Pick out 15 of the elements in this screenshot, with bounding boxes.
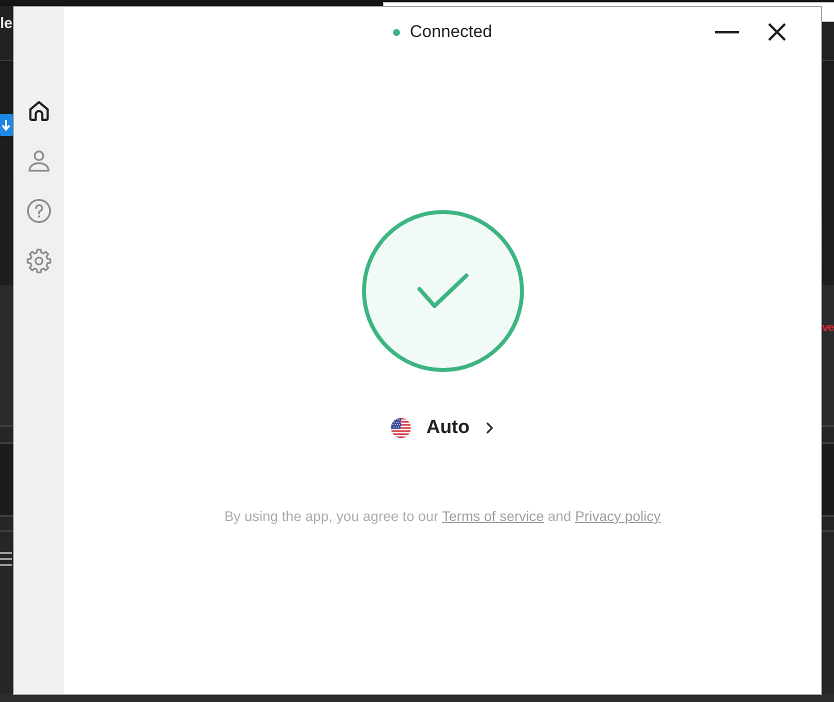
minimize-icon (715, 30, 739, 34)
location-selector[interactable]: Auto (391, 415, 494, 441)
legal-link[interactable]: Terms of service (442, 508, 544, 524)
check-icon (416, 273, 468, 309)
settings-icon (26, 248, 52, 274)
help-icon (26, 198, 52, 224)
background-alert-text: ve (822, 321, 834, 336)
flag-icon (391, 418, 412, 438)
terms-notice-text: By using the app, you agree to our Terms of service and Privacy policy (224, 507, 661, 526)
user-icon (26, 148, 52, 174)
chevron-icon (486, 422, 494, 434)
close-icon (768, 23, 786, 41)
background-title-text: le (0, 14, 13, 34)
legal-link[interactable]: Privacy policy (575, 508, 661, 524)
status-text: Connected (410, 21, 492, 43)
